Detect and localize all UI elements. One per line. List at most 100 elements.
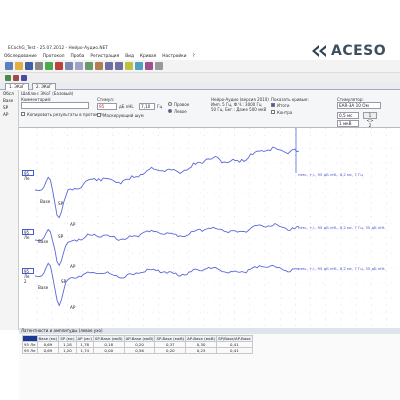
copy-results-checkbox[interactable]	[21, 112, 25, 116]
tab-ecog-2[interactable]: 2. ЭКоГ	[32, 83, 56, 90]
table-header-sp-base: SP-Base (мкВ)	[92, 335, 125, 342]
peak-ap-1: AP	[70, 222, 76, 227]
side-right-radio[interactable]	[168, 102, 172, 106]
masking-checkbox[interactable]	[97, 113, 101, 117]
side-left-label: Левое	[174, 109, 187, 114]
side-right-label: Правое	[174, 102, 190, 107]
peak-ap-2: AP	[70, 264, 76, 269]
copy-results-label: Копировать результаты в протокол	[27, 112, 103, 117]
logo-text: ACESO	[331, 42, 387, 59]
table-row[interactable]: 95 Ле 0,69 1,20 1,74 0,00 0,56 0,20 0,25…	[22, 347, 253, 354]
menu-item-protocol[interactable]: Протокол	[43, 54, 65, 59]
menu-item-probe[interactable]: Проба	[71, 54, 85, 59]
wave-icon[interactable]	[65, 62, 73, 70]
peak-sp-1: SP	[58, 201, 64, 206]
sidebar-header: Обсл	[3, 91, 14, 96]
results-table: Base (мс) SP (мс) AP (мс) SP-Base (мкВ) …	[22, 335, 253, 354]
show-contra-checkbox[interactable]	[271, 110, 275, 114]
peak-base-2: Base	[38, 239, 49, 244]
table-cell: 0,00	[92, 347, 125, 354]
settings-icon[interactable]	[155, 62, 163, 70]
sidebar-item-ap[interactable]: AP	[0, 111, 18, 118]
menu-item-exam[interactable]: Обследование	[4, 54, 37, 59]
menu-bar: Обследование Протокол Проба Регистрация …	[0, 53, 300, 60]
table-cell: 0,25	[185, 347, 218, 354]
table-header-ap-base: AP-Base (мкВ)	[123, 335, 156, 342]
peak-base-1: Base	[40, 199, 51, 204]
level-unit: дБ nHL	[119, 104, 134, 109]
trace-label-1[interactable]: 95 Ле	[22, 170, 34, 181]
filter-icon[interactable]	[85, 62, 93, 70]
table-cell: 0,69	[36, 347, 60, 354]
trace-annotation-2: нем., +/-, 95 дБ nHL, 8,2 мс, 7 Гц, 35 д…	[298, 225, 386, 230]
table-cell: 0,20	[154, 347, 187, 354]
stimulus-label: Стимул:	[97, 97, 115, 102]
menu-item-help[interactable]: ?	[193, 54, 195, 59]
zoom-in-icon[interactable]	[105, 62, 113, 70]
table-cell: 95 Ле	[22, 347, 38, 354]
template-label: Шаблон: ЭКоГ (Базовый)	[21, 91, 74, 96]
show-curves-label: Показать кривые:	[271, 97, 309, 102]
amplitude-scale-select[interactable]: 1 мкВ	[337, 120, 359, 127]
sidebar-item-base[interactable]: Base	[0, 97, 18, 104]
curve-icon[interactable]	[75, 62, 83, 70]
delete-icon[interactable]	[13, 74, 19, 81]
time-scale-select[interactable]: 0,5 мс	[337, 112, 359, 119]
trace-label-3[interactable]: 95 Ле 2	[22, 268, 34, 284]
menu-item-registration[interactable]: Регистрация	[90, 54, 119, 59]
print-icon[interactable]	[35, 62, 43, 70]
side-left-radio[interactable]	[168, 109, 172, 113]
copy-icon[interactable]	[21, 74, 27, 81]
aceso-logo: ACESO	[310, 42, 386, 59]
control-panel: Шаблон: ЭКоГ (Базовый) Комментарий: Копи…	[19, 90, 400, 128]
report-icon[interactable]	[145, 62, 153, 70]
add-icon[interactable]	[5, 74, 11, 81]
table-cell: 0,41	[216, 347, 253, 354]
sidebar-item-sp[interactable]: SP	[0, 104, 18, 111]
table-header-ratio: SP/Base/AP-Base	[216, 335, 253, 342]
save-icon[interactable]	[25, 62, 33, 70]
compare-button[interactable]: 1 <> 2	[363, 112, 377, 128]
table-header-base: Base (мс)	[36, 335, 60, 342]
toolbar-secondary	[0, 73, 400, 82]
results-table-wrap: Base (мс) SP (мс) AP (мс) SP-Base (мкВ) …	[22, 335, 253, 354]
level-input[interactable]: 95	[97, 103, 117, 110]
waveform-trace-2[interactable]	[34, 223, 300, 267]
marker-icon[interactable]	[95, 62, 103, 70]
results-title: Латентности и амплитуды (левое ухо)	[19, 328, 400, 334]
rate-unit: Гц	[157, 104, 163, 109]
comment-input[interactable]	[21, 102, 89, 109]
show-results-checkbox[interactable]	[271, 103, 275, 107]
menu-item-settings[interactable]: Настройки	[162, 54, 186, 59]
grid-icon[interactable]	[135, 62, 143, 70]
masking-label: Маскирующий шум	[103, 113, 144, 118]
waveform-trace-3[interactable]	[34, 262, 300, 307]
menu-item-view[interactable]: Вид	[125, 54, 134, 59]
open-folder-icon[interactable]	[15, 62, 23, 70]
peak-sp-2: SP	[58, 234, 64, 239]
trace-annotation-3: нем., +/-, 95 дБ nHL, 8,2 мс, 7 Гц, 35 д…	[298, 266, 386, 271]
waveform-trace-1[interactable]	[34, 146, 300, 219]
table-cell: 95 Ле	[22, 341, 38, 348]
tab-ecog-1[interactable]: 1. ЭКоГ	[5, 83, 29, 90]
table-header-sp-base-2: SP-Base (мкВ)	[154, 335, 187, 342]
toolbar	[0, 60, 400, 73]
show-contra-label: Контра	[277, 110, 293, 115]
table-cell: 1,74	[75, 347, 94, 354]
rate-input[interactable]: 7,10	[139, 103, 155, 110]
peak-ap-3: AP	[70, 305, 76, 310]
cursor-icon[interactable]	[125, 62, 133, 70]
window-title: ECochG_Test - 25.07.2012 - Нейро-Аудио.N…	[8, 46, 108, 51]
zoom-out-icon[interactable]	[115, 62, 123, 70]
sidebar: Обсл Base SP AP	[0, 90, 19, 330]
stop-icon[interactable]	[55, 62, 63, 70]
new-icon[interactable]	[5, 62, 13, 70]
menu-item-curve[interactable]: Кривая	[140, 54, 156, 59]
logo-mark-icon	[312, 44, 326, 57]
table-header-ap: AP (мс)	[75, 335, 94, 342]
trace-label-2[interactable]: 95 Ле	[22, 229, 34, 240]
show-results-label: Итоги	[277, 103, 290, 108]
play-icon[interactable]	[45, 62, 53, 70]
stimulator-select[interactable]: EAR-3A 10 Ом	[337, 102, 381, 109]
peak-base-3: Base	[38, 285, 49, 290]
